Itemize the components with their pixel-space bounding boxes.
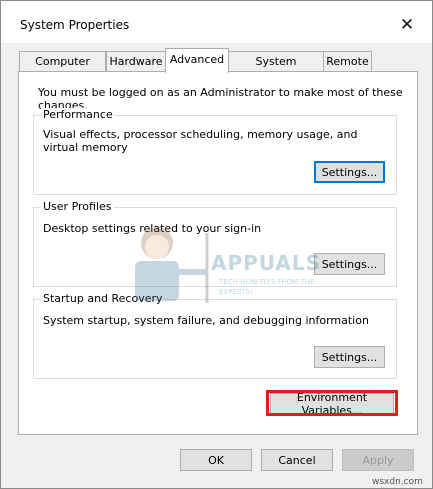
user-profiles-description: Desktop settings related to your sign-in (43, 222, 262, 235)
window-title: System Properties (20, 18, 130, 32)
advanced-tab-panel: You must be logged on as an Administrato… (18, 71, 418, 435)
highlight-box (266, 390, 398, 416)
performance-settings-button[interactable]: Settings... (314, 161, 385, 183)
title-bar: System Properties ✕ (1, 1, 432, 43)
cancel-button[interactable]: Cancel (261, 449, 333, 471)
tab-hardware[interactable]: Hardware (106, 51, 166, 72)
performance-legend: Performance (41, 108, 115, 122)
system-properties-window: System Properties ✕ Computer Name Hardwa… (0, 0, 433, 489)
startup-recovery-group: Startup and Recovery System startup, sys… (33, 292, 397, 379)
tab-advanced[interactable]: Advanced (165, 48, 229, 73)
performance-description: Visual effects, processor scheduling, me… (43, 128, 358, 154)
user-profiles-group: User Profiles Desktop settings related t… (33, 200, 397, 287)
ok-button[interactable]: OK (180, 449, 252, 471)
tab-computer-name[interactable]: Computer Name (19, 51, 106, 87)
close-icon[interactable]: ✕ (393, 13, 421, 37)
performance-group: Performance Visual effects, processor sc… (33, 108, 397, 195)
tab-remote[interactable]: Remote (323, 51, 372, 72)
apply-button[interactable]: Apply (342, 449, 414, 471)
source-watermark: wsxdn.com (372, 477, 423, 487)
user-profiles-legend: User Profiles (41, 200, 114, 214)
startup-recovery-legend: Startup and Recovery (41, 292, 165, 306)
startup-recovery-description: System startup, system failure, and debu… (43, 314, 369, 327)
startup-recovery-settings-button[interactable]: Settings... (314, 346, 385, 368)
tab-system-protection[interactable]: System Protection (228, 51, 324, 87)
user-profiles-settings-button[interactable]: Settings... (314, 253, 385, 275)
